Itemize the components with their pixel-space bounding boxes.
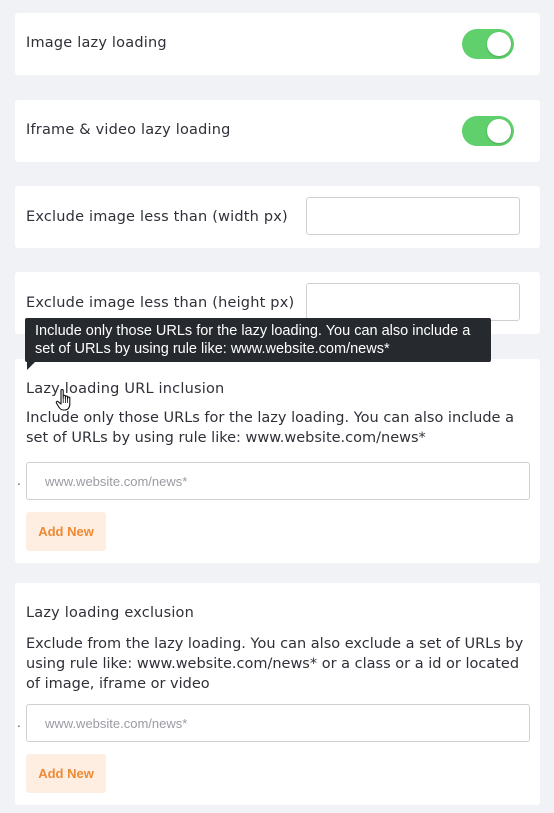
url-inclusion-input[interactable] xyxy=(26,462,530,500)
url-inclusion-description: Include only those URLs for the lazy loa… xyxy=(26,410,514,446)
url-inclusion-card: Lazy loading URL inclusion Include only … xyxy=(15,359,540,563)
exclude-width-input[interactable] xyxy=(306,197,520,235)
toggle-knob xyxy=(487,32,511,56)
iframe-lazy-loading-toggle[interactable] xyxy=(462,116,514,146)
url-inclusion-tooltip: Include only those URLs for the lazy loa… xyxy=(25,318,491,370)
tooltip-arrow xyxy=(27,362,35,370)
image-lazy-loading-card: Image lazy loading xyxy=(15,13,540,75)
url-inclusion-dot: . xyxy=(17,474,21,488)
iframe-lazy-loading-card: Iframe & video lazy loading xyxy=(15,100,540,162)
image-lazy-loading-label: Image lazy loading xyxy=(26,35,167,51)
url-exclusion-title: Lazy loading exclusion xyxy=(26,605,195,621)
exclude-width-card: Exclude image less than (width px) xyxy=(15,186,540,248)
tooltip-text: Include only those URLs for the lazy loa… xyxy=(35,323,471,357)
url-inclusion-add-button[interactable]: Add New xyxy=(26,512,106,551)
image-lazy-loading-toggle[interactable] xyxy=(462,29,514,59)
url-exclusion-dot: . xyxy=(17,716,21,730)
toggle-knob xyxy=(487,119,511,143)
url-exclusion-description: Exclude from the lazy loading. You can a… xyxy=(26,636,524,692)
url-exclusion-card: Lazy loading exclusion Exclude from the … xyxy=(15,583,540,805)
url-exclusion-input[interactable] xyxy=(26,704,530,742)
url-exclusion-add-button[interactable]: Add New xyxy=(26,754,106,793)
hand-pointer-icon xyxy=(55,389,71,411)
exclude-height-label: Exclude image less than (height px) xyxy=(26,295,295,311)
exclude-height-input[interactable] xyxy=(306,283,520,321)
iframe-lazy-loading-label: Iframe & video lazy loading xyxy=(26,122,231,138)
exclude-width-label: Exclude image less than (width px) xyxy=(26,209,288,225)
